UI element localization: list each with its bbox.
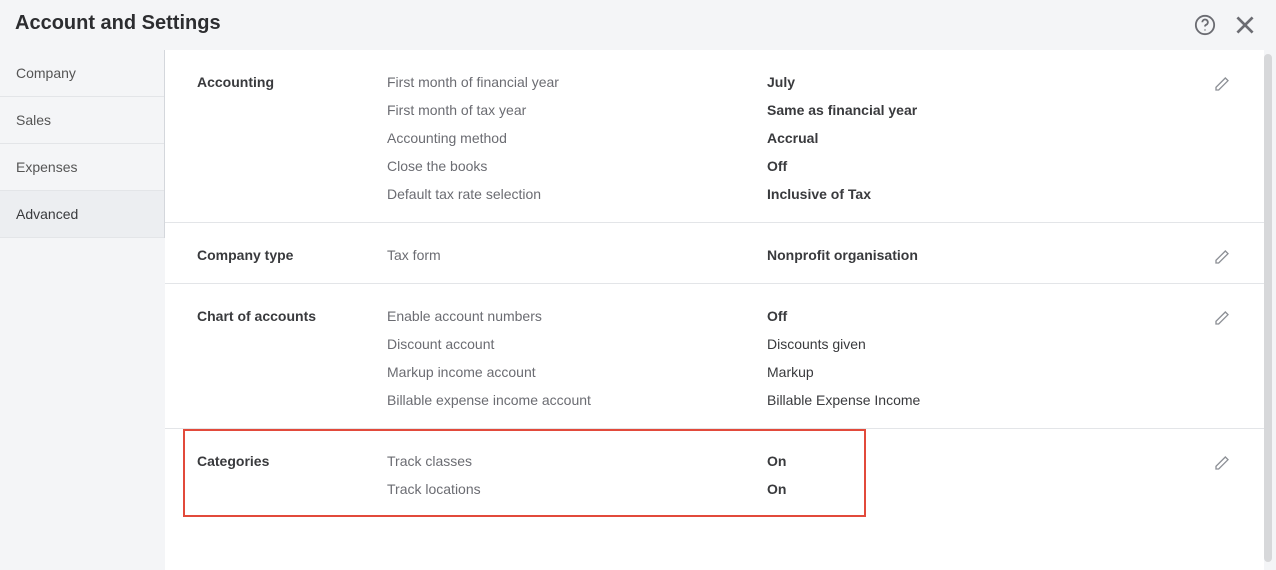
section-chart-of-accounts[interactable]: Chart of accounts Enable account numbers… (165, 284, 1264, 429)
setting-label: Tax form (387, 247, 767, 263)
setting-value: Same as financial year (767, 102, 917, 118)
setting-value: Billable Expense Income (767, 392, 920, 408)
section-categories[interactable]: Categories Track classes On Track locati… (183, 429, 866, 517)
setting-label: Markup income account (387, 364, 767, 380)
setting-value: Inclusive of Tax (767, 186, 871, 202)
close-icon[interactable] (1232, 12, 1258, 38)
pencil-icon[interactable] (1214, 310, 1230, 331)
sidebar-item-sales[interactable]: Sales (0, 97, 164, 144)
setting-label: Track classes (387, 453, 767, 469)
section-title: Chart of accounts (197, 308, 387, 324)
setting-label: Default tax rate selection (387, 186, 767, 202)
setting-label: Accounting method (387, 130, 767, 146)
pencil-icon[interactable] (1214, 76, 1230, 97)
setting-value: Nonprofit organisation (767, 247, 918, 263)
sidebar-item-expenses[interactable]: Expenses (0, 144, 164, 191)
setting-value: Discounts given (767, 336, 866, 352)
help-icon[interactable] (1194, 14, 1216, 36)
setting-value: Off (767, 308, 787, 324)
scrollbar[interactable] (1264, 54, 1272, 562)
setting-value: July (767, 74, 795, 90)
sidebar: Company Sales Expenses Advanced (0, 50, 165, 238)
setting-label: Track locations (387, 481, 767, 497)
pencil-icon[interactable] (1214, 455, 1230, 476)
setting-label: First month of financial year (387, 74, 767, 90)
setting-label: Close the books (387, 158, 767, 174)
setting-label: Enable account numbers (387, 308, 767, 324)
setting-label: First month of tax year (387, 102, 767, 118)
setting-value: Accrual (767, 130, 818, 146)
section-title: Categories (197, 453, 387, 469)
setting-label: Discount account (387, 336, 767, 352)
setting-label: Billable expense income account (387, 392, 767, 408)
setting-value: Markup (767, 364, 814, 380)
page-title: Account and Settings (0, 0, 1276, 49)
section-accounting[interactable]: Accounting First month of financial year… (165, 50, 1264, 223)
pencil-icon[interactable] (1214, 249, 1230, 270)
setting-value: Off (767, 158, 787, 174)
section-title: Accounting (197, 74, 387, 90)
setting-value: On (767, 453, 786, 469)
section-title: Company type (197, 247, 387, 263)
settings-content: Accounting First month of financial year… (165, 50, 1264, 570)
setting-value: On (767, 481, 786, 497)
sidebar-item-advanced[interactable]: Advanced (0, 191, 164, 238)
sidebar-item-company[interactable]: Company (0, 50, 164, 97)
section-company-type[interactable]: Company type Tax form Nonprofit organisa… (165, 223, 1264, 284)
